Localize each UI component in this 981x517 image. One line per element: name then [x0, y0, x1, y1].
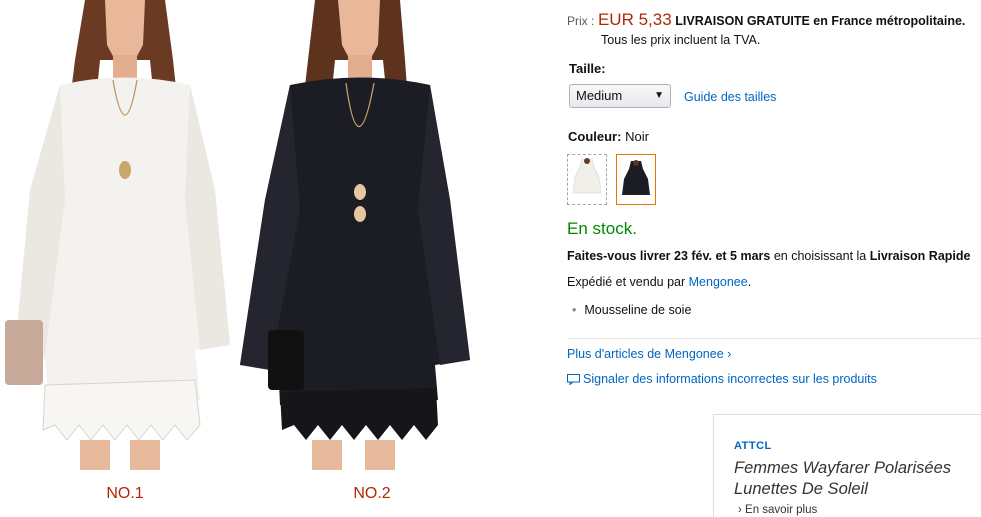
stock-status: En stock. — [567, 219, 637, 238]
report-link-text: Signaler des informations incorrectes su… — [583, 372, 877, 386]
seller-link[interactable]: Mengonee — [689, 275, 748, 289]
seller-prefix: Expédié et vendu par — [567, 275, 686, 289]
delivery-prefix: Faites-vous livrer — [567, 249, 671, 263]
tax-note: Tous les prix incluent la TVA. — [601, 33, 761, 47]
seller-info: Expédié et vendu par Mengonee. — [567, 275, 751, 289]
more-from-seller-link[interactable]: Plus d'articles de Mengonee › — [567, 347, 731, 361]
caret-down-icon: ▼ — [654, 90, 664, 101]
report-link[interactable]: Signaler des informations incorrectes su… — [567, 372, 877, 386]
color-swatch-black[interactable] — [616, 154, 656, 205]
color-selected: Noir — [625, 129, 649, 144]
image-label-1: NO.1 — [106, 485, 144, 502]
feature-text: Mousseline de soie — [584, 303, 692, 317]
delivery-option: Livraison Rapide — [869, 249, 971, 263]
product-image-white-dress[interactable] — [5, 0, 235, 470]
color-swatch-white[interactable] — [567, 154, 607, 205]
size-selected-value: Medium — [576, 88, 623, 103]
seller-suffix: . — [747, 275, 752, 289]
ad-title[interactable]: Femmes Wayfarer Polarisées Lunettes De S… — [734, 458, 981, 500]
delivery-info: Faites-vous livrer 23 fév. et 5 mars en … — [567, 249, 970, 263]
shipping-text: LIVRAISON GRATUITE en France métropolita… — [675, 14, 966, 28]
price-label: Prix : — [567, 14, 595, 28]
image-label-2: NO.2 — [353, 485, 391, 502]
price-row: Prix : EUR 5,33 LIVRAISON GRATUITE en Fr… — [567, 10, 965, 30]
ad-more-link[interactable]: › En savoir plus — [738, 504, 817, 516]
delivery-middle: en choisissant la — [773, 249, 867, 263]
feature-bullet: • Mousseline de soie — [572, 303, 691, 317]
size-label: Taille: — [569, 61, 606, 76]
bullet-icon: • — [572, 303, 577, 317]
sponsored-ad[interactable]: ATTCL Femmes Wayfarer Polarisées Lunette… — [713, 414, 981, 517]
color-row: Couleur: Noir — [568, 129, 649, 144]
product-image-black-dress[interactable] — [240, 0, 470, 470]
ad-brand[interactable]: ATTCL — [734, 440, 772, 452]
size-guide-link[interactable]: Guide des tailles — [684, 90, 776, 104]
price-value: EUR 5,33 — [597, 10, 672, 29]
size-select[interactable]: Medium ▼ — [569, 84, 671, 108]
comment-icon — [567, 374, 580, 386]
divider — [567, 338, 981, 339]
color-label: Couleur: — [568, 129, 622, 144]
delivery-dates: 23 fév. et 5 mars — [674, 249, 771, 263]
